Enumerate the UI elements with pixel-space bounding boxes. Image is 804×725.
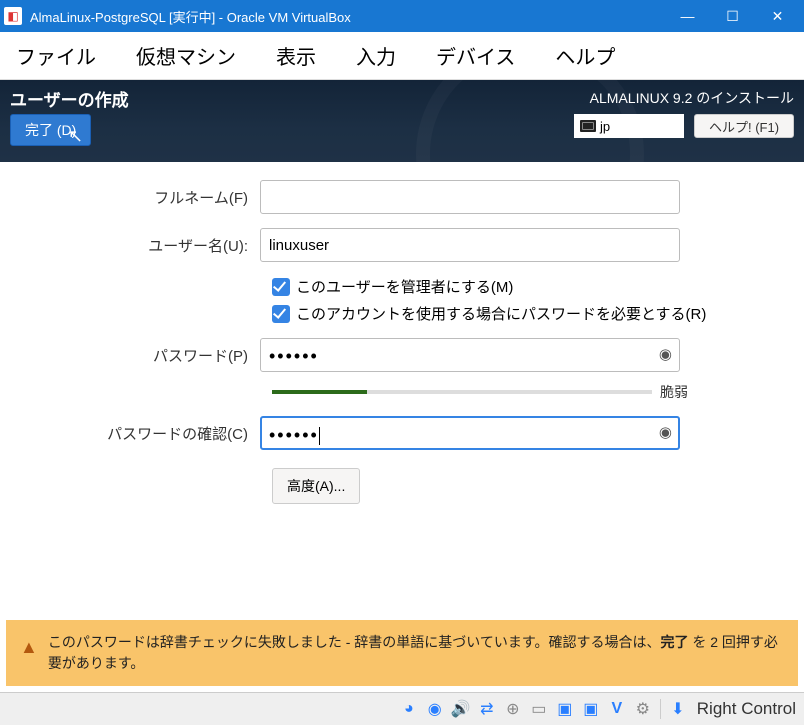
done-button[interactable]: 完了 (D) bbox=[10, 114, 91, 146]
menu-help[interactable]: ヘルプ bbox=[547, 37, 623, 74]
vrde-icon[interactable]: V bbox=[606, 698, 628, 720]
eye-icon[interactable]: ◉ bbox=[659, 423, 672, 441]
vm-statusbar: ◕ ◉ 🔊 ⇄ ⊕ ▭ ▣ ▣ V ⚙ ⬇ Right Control bbox=[0, 692, 804, 725]
host-key-label: Right Control bbox=[693, 699, 796, 719]
minimize-button[interactable]: — bbox=[665, 0, 710, 32]
warning-bar: ▲ このパスワードは辞書チェックに失敗しました - 辞書の単語に基づいています。… bbox=[6, 620, 798, 686]
host-key-icon[interactable]: ⬇ bbox=[667, 698, 689, 720]
warning-text: このパスワードは辞書チェックに失敗しました - 辞書の単語に基づいています。確認… bbox=[48, 632, 784, 674]
user-form: フルネーム(F) ユーザー名(U): このユーザーを管理者にする(M) このアカ… bbox=[0, 162, 804, 504]
fullname-label: フルネーム(F) bbox=[30, 187, 260, 208]
close-button[interactable]: ✕ bbox=[755, 0, 800, 32]
menu-file[interactable]: ファイル bbox=[8, 37, 104, 74]
menu-input[interactable]: 入力 bbox=[348, 37, 404, 74]
password-strength-text: 脆弱 bbox=[660, 382, 688, 402]
menu-view[interactable]: 表示 bbox=[268, 37, 324, 74]
maximize-button[interactable]: ☐ bbox=[710, 0, 755, 32]
username-label: ユーザー名(U): bbox=[30, 235, 260, 256]
cpu-icon[interactable]: ⚙ bbox=[632, 698, 654, 720]
shared-folder-icon[interactable]: ▭ bbox=[528, 698, 550, 720]
window-titlebar: ◧ AlmaLinux-PostgreSQL [実行中] - Oracle VM… bbox=[0, 0, 804, 32]
advanced-button[interactable]: 高度(A)... bbox=[272, 468, 360, 504]
keyboard-icon bbox=[580, 120, 596, 132]
username-input[interactable] bbox=[260, 228, 680, 262]
checkbox-checked-icon bbox=[272, 305, 290, 323]
eye-icon[interactable]: ◉ bbox=[659, 345, 672, 363]
menu-devices[interactable]: デバイス bbox=[428, 37, 523, 74]
fullname-input[interactable] bbox=[260, 180, 680, 214]
warning-icon: ▲ bbox=[20, 634, 38, 661]
audio-icon[interactable]: 🔊 bbox=[450, 698, 472, 720]
optical-drive-icon[interactable]: ◉ bbox=[424, 698, 446, 720]
recording-icon[interactable]: ▣ bbox=[580, 698, 602, 720]
network-icon[interactable]: ⇄ bbox=[476, 698, 498, 720]
help-button[interactable]: ヘルプ! (F1) bbox=[694, 114, 794, 138]
keyboard-layout-text: jp bbox=[600, 119, 610, 134]
usb-icon[interactable]: ⊕ bbox=[502, 698, 524, 720]
vm-menubar: ファイル 仮想マシン 表示 入力 デバイス ヘルプ bbox=[0, 32, 804, 80]
admin-checkbox-label: このユーザーを管理者にする(M) bbox=[296, 276, 513, 297]
keyboard-layout-selector[interactable]: jp bbox=[574, 114, 684, 138]
hard-disk-icon[interactable]: ◕ bbox=[398, 698, 420, 720]
virtualbox-icon: ◧ bbox=[4, 7, 22, 25]
separator bbox=[660, 699, 661, 719]
password-input[interactable]: •••••• bbox=[260, 338, 680, 372]
confirm-password-input[interactable]: •••••• bbox=[260, 416, 680, 450]
menu-machine[interactable]: 仮想マシン bbox=[128, 37, 244, 74]
password-strength-bar bbox=[272, 390, 652, 394]
password-label: パスワード(P) bbox=[30, 345, 260, 366]
window-title: AlmaLinux-PostgreSQL [実行中] - Oracle VM V… bbox=[30, 7, 665, 26]
checkbox-checked-icon bbox=[272, 278, 290, 296]
product-label: ALMALINUX 9.2 のインストール bbox=[590, 88, 794, 108]
page-title: ユーザーの作成 bbox=[10, 86, 129, 111]
admin-checkbox-row[interactable]: このユーザーを管理者にする(M) bbox=[272, 276, 804, 297]
display-icon[interactable]: ▣ bbox=[554, 698, 576, 720]
confirm-label: パスワードの確認(C) bbox=[30, 423, 260, 444]
requirepw-checkbox-row[interactable]: このアカウントを使用する場合にパスワードを必要とする(R) bbox=[272, 303, 804, 324]
installer-header: ユーザーの作成 完了 (D) ↖ ALMALINUX 9.2 のインストール j… bbox=[0, 80, 804, 162]
requirepw-checkbox-label: このアカウントを使用する場合にパスワードを必要とする(R) bbox=[296, 303, 706, 324]
